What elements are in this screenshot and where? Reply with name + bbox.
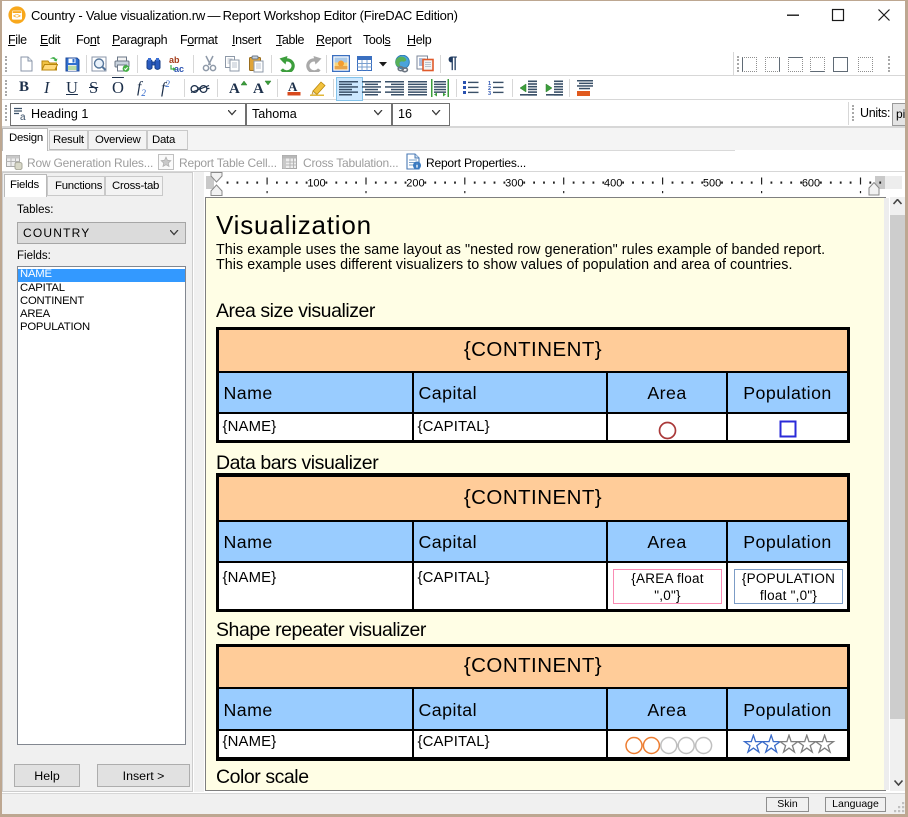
svg-text:a: a bbox=[20, 112, 26, 120]
svg-text:A: A bbox=[253, 81, 264, 96]
svg-text:200: 200 bbox=[406, 178, 424, 190]
svg-text:<>: <> bbox=[13, 13, 21, 20]
svg-text:400: 400 bbox=[604, 178, 622, 190]
svg-text:100: 100 bbox=[307, 178, 325, 190]
svg-text:A: A bbox=[288, 79, 298, 94]
svg-text:600: 600 bbox=[802, 178, 820, 190]
svg-text:ac: ac bbox=[174, 64, 184, 73]
svg-text:300: 300 bbox=[505, 178, 523, 190]
svg-text:A: A bbox=[229, 81, 240, 96]
svg-text:3: 3 bbox=[488, 91, 491, 96]
svg-text:500: 500 bbox=[703, 178, 721, 190]
